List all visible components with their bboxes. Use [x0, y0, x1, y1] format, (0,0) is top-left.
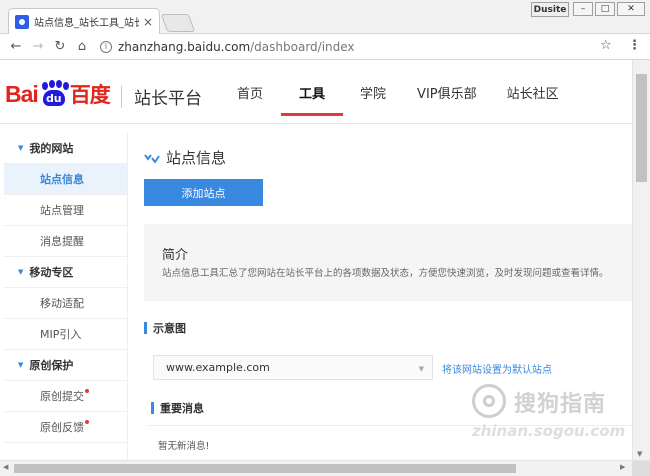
page-title-row: 站点信息 — [144, 147, 226, 168]
site-header: Bai du 百度 站长平台 首页 工具 学院 VIP俱乐部 站长社区 — [0, 60, 632, 124]
add-site-button[interactable]: 添加站点 — [144, 179, 263, 206]
important-messages-heading: 重要消息 — [151, 400, 204, 416]
main-nav: 首页 工具 学院 VIP俱乐部 站长社区 — [220, 60, 559, 124]
logo-cn: 百度 — [69, 83, 111, 107]
baidu-paw-icon — [15, 14, 29, 29]
sidebar-group-label: 移动专区 — [29, 266, 74, 279]
nav-community[interactable]: 站长社区 — [507, 60, 559, 124]
horizontal-scroll-thumb[interactable] — [14, 464, 516, 473]
url-text: zhanzhang.baidu.com/dashboard/index — [118, 40, 355, 54]
site-select-value: www.example.com — [166, 361, 270, 374]
browser-tab-bar: 站点信息_站长工具_站长 × Dusite – □ ✕ — [0, 0, 650, 34]
sidebar-item-mip[interactable]: MIP引入 — [4, 319, 127, 350]
nav-home[interactable]: 首页 — [237, 60, 263, 124]
url-host: zhanzhang.baidu.com — [118, 39, 251, 54]
notification-dot — [85, 420, 89, 424]
caret-down-icon: ▼ — [18, 144, 24, 152]
scroll-right-arrow-icon[interactable]: ▶ — [620, 463, 625, 471]
double-chevron-icon — [144, 153, 160, 163]
close-window-button[interactable]: ✕ — [617, 2, 645, 16]
minimize-button[interactable]: – — [573, 2, 593, 16]
main-content: 站点信息 添加站点 简介 站点信息工具汇总了您网站在站长平台上的各项数据及状态，… — [128, 133, 632, 460]
vertical-scrollbar[interactable]: ▼ — [632, 60, 650, 460]
address-bar[interactable]: i zhanzhang.baidu.com/dashboard/index — [100, 37, 624, 57]
browser-menu-icon[interactable]: ⋮ — [628, 38, 641, 53]
page-title: 站点信息 — [166, 149, 227, 167]
important-heading-text: 重要消息 — [160, 402, 204, 415]
sidebar-item-label: 原创反馈 — [40, 421, 84, 434]
browser-toolbar: ← → ↻ ⌂ i zhanzhang.baidu.com/dashboard/… — [0, 34, 650, 60]
nav-academy[interactable]: 学院 — [360, 60, 386, 124]
sidebar-group-my-sites[interactable]: ▼ 我的网站 — [4, 133, 127, 164]
caret-down-icon: ▼ — [18, 361, 24, 369]
notification-dot — [85, 389, 89, 393]
sidebar-item-label: 原创提交 — [40, 390, 84, 403]
logo-bai: Bai — [5, 80, 39, 107]
intro-panel: 简介 站点信息工具汇总了您网站在站长平台上的各项数据及状态，方便您快速浏览，及时… — [144, 224, 632, 301]
home-icon[interactable]: ⌂ — [72, 37, 92, 57]
sidebar-item-site-management[interactable]: 站点管理 — [4, 195, 127, 226]
sidebar-item-mobile-adaptation[interactable]: 移动适配 — [4, 288, 127, 319]
scrollbar-corner — [632, 461, 650, 476]
sidebar-item-label: 站点管理 — [40, 204, 84, 217]
tab-close-icon[interactable]: × — [143, 15, 153, 29]
profile-badge[interactable]: Dusite — [531, 2, 569, 17]
url-path: /dashboard/index — [250, 39, 355, 54]
bookmark-star-icon[interactable]: ☆ — [600, 38, 612, 53]
back-icon[interactable]: ← — [6, 37, 26, 57]
restore-button[interactable]: □ — [595, 2, 615, 16]
platform-name: 站长平台 — [134, 89, 202, 109]
sidebar-group-original-protection[interactable]: ▼ 原创保护 — [4, 350, 127, 381]
browser-tab[interactable]: 站点信息_站长工具_站长 × — [8, 8, 160, 34]
sidebar-item-label: 站点信息 — [40, 173, 84, 186]
tab-title: 站点信息_站长工具_站长 — [34, 18, 139, 29]
section-accent-bar — [151, 402, 154, 414]
sidebar-group-label: 我的网站 — [29, 142, 74, 155]
site-info-icon[interactable]: i — [100, 40, 112, 53]
sidebar: ▼ 我的网站 站点信息 站点管理 消息提醒 ▼ 移动专区 移动适配 MIP引入 … — [4, 133, 128, 460]
intro-text: 站点信息工具汇总了您网站在站长平台上的各项数据及状态，方便您快速浏览，及时发现问… — [162, 268, 609, 279]
set-default-site-link[interactable]: 将该网站设置为默认站点 — [442, 361, 552, 376]
horizontal-scrollbar[interactable]: ◀ ▶ — [0, 460, 650, 476]
baidu-logo[interactable]: Bai du 百度 — [5, 79, 111, 109]
sidebar-item-original-feedback[interactable]: 原创反馈 — [4, 412, 127, 443]
paw-icon: du — [39, 80, 69, 108]
scroll-left-arrow-icon[interactable]: ◀ — [3, 463, 8, 471]
section-accent-bar — [144, 322, 147, 334]
caret-down-icon: ▼ — [18, 268, 24, 276]
forward-icon[interactable]: → — [28, 37, 48, 57]
messages-box: 暂无新消息! — [148, 425, 632, 460]
scroll-down-arrow-icon[interactable]: ▼ — [637, 450, 642, 458]
vertical-scroll-thumb[interactable] — [636, 74, 647, 182]
schematic-heading-text: 示意图 — [153, 322, 186, 335]
sidebar-item-label: 消息提醒 — [40, 235, 84, 248]
nav-vip-club[interactable]: VIP俱乐部 — [417, 60, 477, 124]
sidebar-item-label: 移动适配 — [40, 297, 84, 310]
logo-divider — [121, 86, 122, 108]
sidebar-item-label: MIP引入 — [40, 328, 82, 341]
reload-icon[interactable]: ↻ — [50, 37, 70, 57]
site-select[interactable]: www.example.com ▼ — [153, 355, 433, 380]
select-arrow-icon: ▼ — [418, 365, 424, 373]
sidebar-item-site-info[interactable]: 站点信息 — [4, 164, 127, 195]
nav-tools[interactable]: 工具 — [281, 60, 344, 124]
sidebar-group-mobile[interactable]: ▼ 移动专区 — [4, 257, 127, 288]
intro-title: 简介 — [162, 248, 189, 263]
sidebar-item-message-alerts[interactable]: 消息提醒 — [4, 226, 127, 257]
no-messages-text: 暂无新消息! — [158, 441, 210, 452]
sidebar-group-label: 原创保护 — [29, 359, 74, 372]
logo-du: du — [42, 90, 65, 106]
sidebar-item-original-submit[interactable]: 原创提交 — [4, 381, 127, 412]
schematic-section-heading: 示意图 — [144, 320, 186, 336]
new-tab-button[interactable] — [160, 14, 196, 32]
